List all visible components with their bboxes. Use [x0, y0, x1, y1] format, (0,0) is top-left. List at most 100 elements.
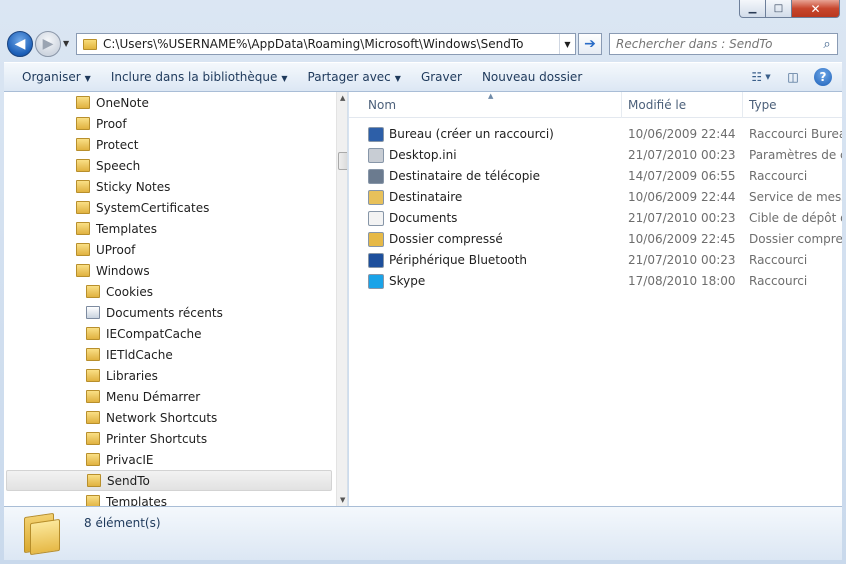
help-icon[interactable]: ?	[814, 68, 832, 86]
history-dropdown-icon[interactable]: ▼	[63, 39, 69, 48]
column-divider[interactable]	[742, 92, 743, 118]
folder-icon	[76, 264, 90, 277]
tree-item-label: IECompatCache	[106, 326, 202, 341]
tree-item[interactable]: Documents récents	[86, 302, 223, 323]
tree-item[interactable]: Menu Démarrer	[86, 386, 200, 407]
file-row[interactable]: Desktop.ini 21/07/2010 00:23 Paramètres de…	[349, 145, 842, 166]
minimize-button[interactable]: ▁	[739, 0, 766, 18]
file-row[interactable]: Destinataire 10/06/2009 22:44 Service de m…	[349, 187, 842, 208]
tree-item[interactable]: Printer Shortcuts	[86, 428, 207, 449]
search-box[interactable]: ⌕	[609, 33, 838, 55]
tree-item-label: Menu Démarrer	[106, 389, 201, 404]
tree-item[interactable]: Protect	[76, 134, 138, 155]
tree-item-label: Proof	[96, 116, 127, 131]
tree-item-label: SystemCertificates	[96, 200, 210, 215]
navigation-scrollbar[interactable]: ▲ ▼	[336, 92, 347, 506]
forward-button[interactable]: ▶	[35, 31, 61, 57]
back-button[interactable]: ◀	[7, 31, 33, 57]
tree-item[interactable]: Sticky Notes	[76, 176, 170, 197]
folder-icon	[86, 369, 100, 382]
scroll-down-icon[interactable]: ▼	[340, 496, 345, 504]
tree-item[interactable]: SendTo	[6, 470, 332, 491]
recent-documents-icon	[86, 306, 100, 319]
file-date: 10/06/2009 22:44	[628, 190, 736, 204]
mail-recipient-icon	[368, 190, 384, 205]
tree-item-label: PrivacIE	[106, 452, 154, 467]
command-bar: Organiser ▼ Inclure dans la bibliothèque ▼…	[4, 62, 842, 92]
details-pane: 8 élément(s)	[4, 506, 842, 560]
scroll-up-icon[interactable]: ▲	[340, 94, 345, 102]
column-divider[interactable]	[621, 92, 622, 118]
search-icon[interactable]: ⌕	[817, 37, 837, 52]
column-name[interactable]: Nom	[368, 98, 396, 112]
file-type: Raccourci	[749, 169, 808, 183]
include-library-button[interactable]: Inclure dans la bibliothèque ▼	[101, 70, 298, 84]
maximize-button[interactable]: □	[766, 0, 792, 18]
go-button[interactable]: ➔	[578, 33, 602, 55]
forward-arrow-icon: ▶	[42, 36, 54, 52]
settings-file-icon	[368, 148, 384, 163]
organiser-button[interactable]: Organiser ▼	[4, 70, 101, 84]
file-row[interactable]: Dossier compressé 10/06/2009 22:45 Dossier…	[349, 229, 842, 250]
address-path[interactable]: C:\Users\%USERNAME%\AppData\Roaming\Micr…	[103, 37, 559, 51]
burn-label: Graver	[420, 70, 462, 84]
file-row[interactable]: Documents 21/07/2010 00:23 Cible de dépôt …	[349, 208, 842, 229]
file-type: Raccourci	[749, 274, 808, 288]
desktop-icon	[368, 127, 384, 142]
tree-item[interactable]: Network Shortcuts	[86, 407, 217, 428]
tree-item[interactable]: OneNote	[76, 92, 149, 113]
column-type[interactable]: Type	[749, 98, 777, 112]
navigation-bar: ◀ ▶ ▼ C:\Users\%USERNAME%\AppData\Roamin…	[0, 26, 846, 62]
file-row[interactable]: Skype 17/08/2010 18:00 Raccourci	[349, 271, 842, 292]
change-view-icon[interactable]: ☷ ▼	[750, 68, 772, 86]
window-controls: ▁ □ ✕	[739, 0, 840, 18]
tree-item-label: Cookies	[106, 284, 153, 299]
new-folder-button[interactable]: Nouveau dossier	[472, 70, 592, 84]
tree-item[interactable]: Speech	[76, 155, 140, 176]
folder-icon	[76, 243, 90, 256]
tree-item[interactable]: UProof	[76, 239, 135, 260]
file-row[interactable]: Destinataire de télécopie 14/07/2009 06:5…	[349, 166, 842, 187]
include-library-label: Inclure dans la bibliothèque	[110, 70, 278, 84]
tree-item-label: Templates	[96, 221, 158, 236]
file-type: Paramètres de co	[749, 148, 842, 162]
sort-ascending-icon: ▲	[488, 92, 494, 100]
tree-item[interactable]: IECompatCache	[86, 323, 202, 344]
column-headers: ▲ Nom Modifié le Type	[349, 92, 842, 118]
tree-item[interactable]: PrivacIE	[86, 449, 153, 470]
scroll-thumb[interactable]	[338, 152, 347, 170]
tree-item-label: Documents récents	[106, 305, 223, 320]
address-bar[interactable]: C:\Users\%USERNAME%\AppData\Roaming\Micr…	[76, 33, 576, 55]
navigation-pane: OneNote Proof Protect Speech Sticky Notes Sys…	[4, 92, 348, 506]
folder-icon	[86, 285, 100, 298]
file-row[interactable]: Bureau (créer un raccourci) 10/06/2009 22…	[349, 124, 842, 145]
bluetooth-icon	[368, 253, 384, 268]
tree-item[interactable]: SystemCertificates	[76, 197, 209, 218]
close-button[interactable]: ✕	[792, 0, 840, 18]
file-name: Dossier compressé	[389, 232, 503, 246]
file-name: Destinataire	[389, 190, 463, 204]
burn-button[interactable]: Graver	[411, 70, 472, 84]
file-date: 21/07/2010 00:23	[628, 211, 736, 225]
share-with-button[interactable]: Partager avec ▼	[298, 70, 411, 84]
file-date: 17/08/2010 18:00	[628, 274, 736, 288]
tree-item[interactable]: Proof	[76, 113, 127, 134]
tree-item[interactable]: Cookies	[86, 281, 153, 302]
address-dropdown-icon[interactable]: ▼	[559, 34, 575, 54]
folder-icon	[86, 453, 100, 466]
folder-icon	[76, 222, 90, 235]
file-row[interactable]: Périphérique Bluetooth 21/07/2010 00:23 Ra…	[349, 250, 842, 271]
tree-item[interactable]: IETldCache	[86, 344, 173, 365]
tree-item[interactable]: Templates	[76, 218, 157, 239]
file-name: Desktop.ini	[389, 148, 457, 162]
folder-icon	[76, 138, 90, 151]
tree-item[interactable]: Libraries	[86, 365, 158, 386]
preview-pane-icon[interactable]: ◫	[782, 68, 804, 86]
tree-item[interactable]: Windows	[76, 260, 150, 281]
tree-item[interactable]: Templates	[86, 491, 167, 506]
tree-item-label: Templates	[106, 494, 168, 507]
file-type: Raccourci Bureau	[749, 127, 842, 141]
file-name: Périphérique Bluetooth	[389, 253, 528, 267]
column-modified[interactable]: Modifié le	[628, 98, 686, 112]
search-input[interactable]	[616, 37, 817, 51]
